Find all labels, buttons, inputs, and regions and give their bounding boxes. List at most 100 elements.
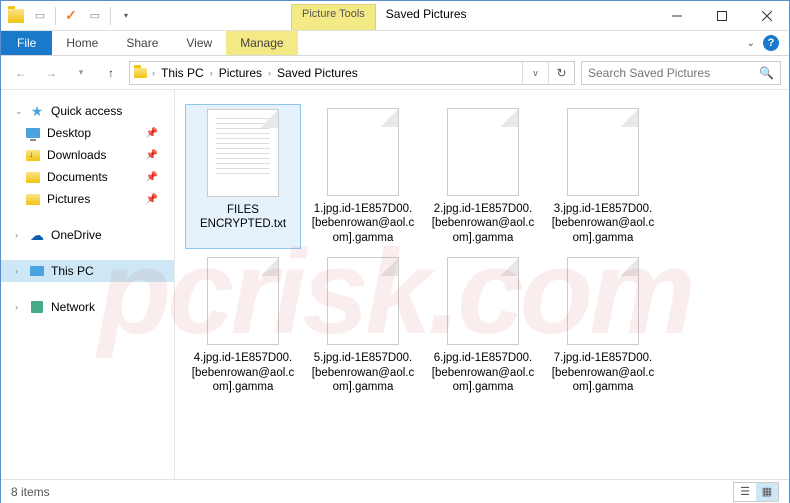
breadcrumb-pictures[interactable]: Pictures [215,66,266,80]
chevron-right-icon[interactable]: › [208,68,215,78]
back-button[interactable]: ← [9,61,33,85]
tab-share[interactable]: Share [112,31,172,55]
nav-network[interactable]: › Network [1,296,174,318]
nav-downloads[interactable]: Downloads 📌 [1,144,174,166]
desktop-icon [26,128,40,138]
file-thumbnail [207,109,279,197]
folder-icon [130,68,150,78]
help-button[interactable]: ? [763,35,779,51]
nav-pictures[interactable]: Pictures 📌 [1,188,174,210]
file-item[interactable]: 1.jpg.id-1E857D00.[bebenrowan@aol.com].g… [305,104,421,249]
file-name-label: 7.jpg.id-1E857D00.[bebenrowan@aol.com].g… [549,351,657,394]
file-item[interactable]: 3.jpg.id-1E857D00.[bebenrowan@aol.com].g… [545,104,661,249]
pin-icon: 📌 [146,172,158,183]
tab-view[interactable]: View [172,31,226,55]
file-thumbnail [447,257,519,345]
file-name-label: 1.jpg.id-1E857D00.[bebenrowan@aol.com].g… [309,202,417,245]
search-box[interactable]: 🔍 [581,61,781,85]
nav-label: Downloads [47,148,106,162]
nav-label: Documents [47,170,108,184]
file-item[interactable]: 7.jpg.id-1E857D00.[bebenrowan@aol.com].g… [545,253,661,398]
file-name-label: 6.jpg.id-1E857D00.[bebenrowan@aol.com].g… [429,351,537,394]
star-icon: ★ [29,103,45,119]
forward-button[interactable]: → [39,61,63,85]
nav-label: Quick access [51,104,122,118]
qat-properties-button[interactable]: ▭ [29,5,51,27]
refresh-button[interactable]: ↻ [548,62,574,84]
chevron-down-icon[interactable]: ⌄ [15,106,23,117]
nav-this-pc[interactable]: › This PC [1,260,174,282]
file-thumbnail [327,257,399,345]
chevron-right-icon[interactable]: › [15,230,23,240]
file-thumbnail [567,108,639,196]
file-item[interactable]: 6.jpg.id-1E857D00.[bebenrowan@aol.com].g… [425,253,541,398]
nav-onedrive[interactable]: › ☁ OneDrive [1,224,174,246]
nav-label: Pictures [47,192,90,206]
contextual-tab-header: Picture Tools [291,4,376,30]
close-button[interactable] [744,1,789,31]
file-item[interactable]: 5.jpg.id-1E857D00.[bebenrowan@aol.com].g… [305,253,421,398]
qat-customize[interactable]: ▾ [115,5,137,27]
window-controls [654,1,789,30]
nav-label: Desktop [47,126,91,140]
quick-access-toolbar: ▭ ✓ ▭ ▾ [1,1,141,30]
address-bar[interactable]: › This PC › Pictures › Saved Pictures v … [129,61,575,85]
title-bar: ▭ ✓ ▭ ▾ Picture Tools Saved Pictures [1,1,789,31]
navigation-pane: ⌄ ★ Quick access Desktop 📌 Downloads 📌 D… [1,90,175,479]
folder-icon [26,194,40,205]
address-dropdown[interactable]: v [522,62,548,84]
details-view-button[interactable]: ☰ [734,483,756,501]
minimize-button[interactable] [654,1,699,31]
nav-quick-access[interactable]: ⌄ ★ Quick access [1,100,174,122]
up-button[interactable]: ↑ [99,61,123,85]
chevron-right-icon[interactable]: › [15,266,23,276]
tab-manage[interactable]: Manage [226,31,297,55]
view-toggle: ☰ ▦ [733,482,779,502]
nav-desktop[interactable]: Desktop 📌 [1,122,174,144]
breadcrumb-saved-pictures[interactable]: Saved Pictures [273,66,362,80]
file-list[interactable]: FILES ENCRYPTED.txt 1.jpg.id-1E857D00.[be… [175,90,789,479]
divider [55,7,56,25]
tab-home[interactable]: Home [52,31,112,55]
recent-locations-button[interactable]: ▾ [69,61,93,85]
file-name-label: 3.jpg.id-1E857D00.[bebenrowan@aol.com].g… [549,202,657,245]
search-input[interactable] [588,66,759,80]
file-name-label: 4.jpg.id-1E857D00.[bebenrowan@aol.com].g… [189,351,297,394]
folder-icon [26,172,40,183]
qat-check-button[interactable]: ✓ [60,5,82,27]
nav-documents[interactable]: Documents 📌 [1,166,174,188]
icons-view-button[interactable]: ▦ [756,483,778,501]
file-tab[interactable]: File [1,31,52,55]
breadcrumb-this-pc[interactable]: This PC [157,66,208,80]
file-name-label: FILES ENCRYPTED.txt [190,203,296,232]
chevron-right-icon[interactable]: › [266,68,273,78]
file-item[interactable]: 2.jpg.id-1E857D00.[bebenrowan@aol.com].g… [425,104,541,249]
file-name-label: 2.jpg.id-1E857D00.[bebenrowan@aol.com].g… [429,202,537,245]
chevron-right-icon[interactable]: › [150,68,157,78]
search-icon[interactable]: 🔍 [759,66,774,80]
file-thumbnail [567,257,639,345]
nav-label: OneDrive [51,228,102,242]
file-name-label: 5.jpg.id-1E857D00.[bebenrowan@aol.com].g… [309,351,417,394]
file-thumbnail [447,108,519,196]
nav-label: Network [51,300,95,314]
ribbon-tabs: File Home Share View Manage ⌄ ? [1,31,789,56]
window-title: Saved Pictures [376,1,477,30]
pc-icon [30,266,44,276]
qat-dropdown[interactable]: ▭ [84,5,106,27]
item-count: 8 items [11,485,50,499]
downloads-icon [26,150,40,161]
file-item[interactable]: 4.jpg.id-1E857D00.[bebenrowan@aol.com].g… [185,253,301,398]
folder-icon [5,5,27,27]
network-icon [31,301,43,313]
file-thumbnail [207,257,279,345]
navigation-bar: ← → ▾ ↑ › This PC › Pictures › Saved Pic… [1,56,789,90]
pin-icon: 📌 [146,150,158,161]
status-bar: 8 items ☰ ▦ [1,479,789,503]
maximize-button[interactable] [699,1,744,31]
collapse-ribbon-button[interactable]: ⌄ [747,38,755,49]
cloud-icon: ☁ [29,227,45,243]
nav-label: This PC [51,264,94,278]
chevron-right-icon[interactable]: › [15,302,23,312]
file-item[interactable]: FILES ENCRYPTED.txt [185,104,301,249]
